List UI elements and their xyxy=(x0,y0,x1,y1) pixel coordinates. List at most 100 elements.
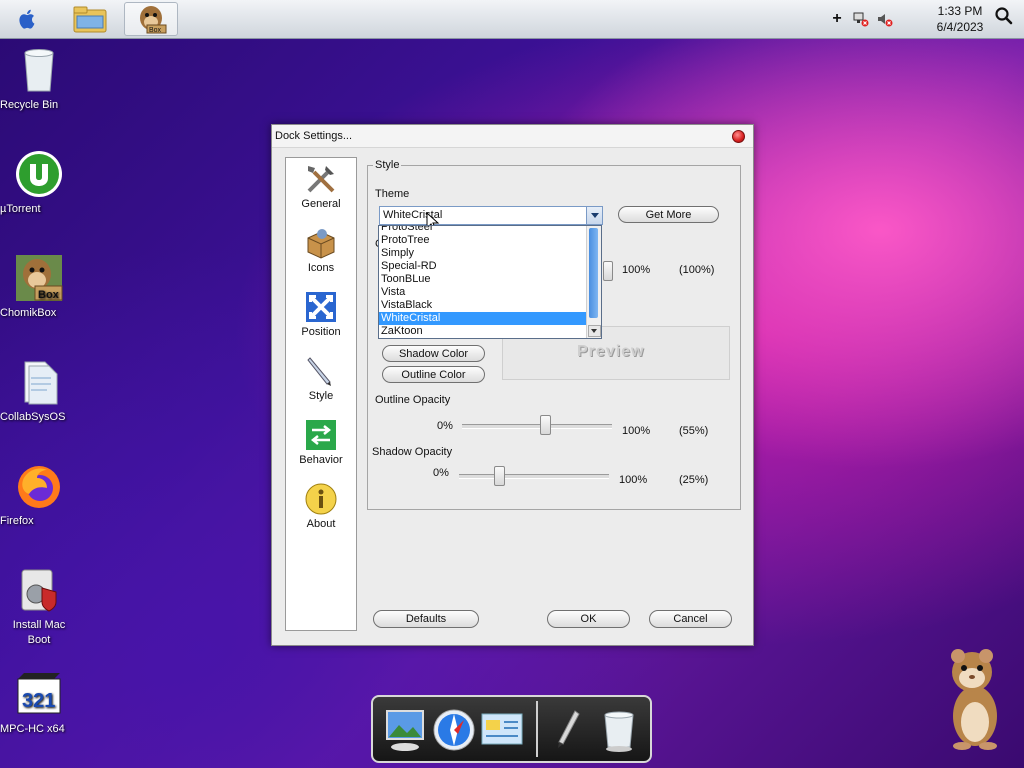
nav-label: Style xyxy=(308,390,334,402)
theme-option[interactable]: Simply xyxy=(379,247,586,260)
recycle-bin-icon xyxy=(15,46,63,94)
theme-option[interactable]: ProtoSteel xyxy=(379,226,586,234)
nav-label: Position xyxy=(301,326,341,338)
outline-color-button[interactable]: Outline Color xyxy=(382,366,485,383)
utorrent-icon xyxy=(15,150,63,198)
safari-icon[interactable] xyxy=(430,705,478,755)
theme-option[interactable]: VistaBlack xyxy=(379,299,586,312)
ok-button[interactable]: OK xyxy=(547,610,630,628)
shadow-color-button[interactable]: Shadow Color xyxy=(382,345,485,362)
nav-item-position[interactable]: Position xyxy=(286,290,356,338)
nav-item-style[interactable]: Style xyxy=(286,354,356,402)
search-icon[interactable] xyxy=(994,6,1014,26)
nav-item-about[interactable]: About xyxy=(286,482,356,530)
theme-label: Theme xyxy=(375,188,410,200)
chevron-down-icon[interactable] xyxy=(586,207,602,224)
theme-option[interactable]: ProtoTree xyxy=(379,234,586,247)
photo-app-icon[interactable] xyxy=(381,705,429,755)
tools-icon xyxy=(303,162,339,196)
theme-option[interactable]: Special-RD xyxy=(379,260,586,273)
arrows-icon xyxy=(303,290,339,324)
desktop-icon-label: Firefox xyxy=(0,515,34,527)
shadow-min-label: 0% xyxy=(433,467,449,479)
pen-icon[interactable] xyxy=(543,705,591,755)
theme-option[interactable]: ZaKtoon xyxy=(379,325,586,338)
nav-item-icons[interactable]: Icons xyxy=(286,226,356,274)
mpc-hc-icon: 321 xyxy=(15,670,63,718)
dialog-title-bar[interactable]: Dock Settings... xyxy=(272,125,753,148)
scroll-down-icon[interactable] xyxy=(588,325,601,337)
info-icon xyxy=(303,482,339,516)
svg-text:Box: Box xyxy=(38,289,60,301)
svg-text:321: 321 xyxy=(22,690,55,712)
dock-separator xyxy=(536,701,538,757)
desktop-icon-label: CollabSysOS xyxy=(0,411,66,423)
volume-muted-icon[interactable] xyxy=(876,10,894,28)
outline-opacity-slider[interactable] xyxy=(462,424,612,429)
desktop-icon-collabsysos[interactable]: CollabSysOS xyxy=(0,358,78,423)
dock-settings-dialog: Dock Settings... General Icons Position xyxy=(271,124,754,646)
desktop-icon-label: MPC-HC x64 xyxy=(0,723,65,735)
desktop-icon-mpc-hc[interactable]: 321 MPC-HC x64 xyxy=(0,670,78,735)
hamster-mascot-icon xyxy=(951,649,997,750)
desktop-icon-label: µTorrent xyxy=(0,203,41,215)
close-icon[interactable] xyxy=(732,130,745,143)
dropdown-scrollbar[interactable] xyxy=(586,226,601,338)
cancel-button[interactable]: Cancel xyxy=(649,610,732,628)
desktop-icon-firefox[interactable]: Firefox xyxy=(0,462,78,527)
desktop-icon-recycle-bin[interactable]: Recycle Bin xyxy=(0,46,78,111)
outline-opacity-label: Outline Opacity xyxy=(375,394,451,406)
pen-icon xyxy=(303,354,339,388)
settings-nav: General Icons Position Style Behavior Ab… xyxy=(285,157,357,631)
nav-label: Behavior xyxy=(299,454,343,466)
theme-option[interactable]: Vista xyxy=(379,286,586,299)
nav-label: General xyxy=(301,198,341,210)
clock-date: 6/4/2023 xyxy=(936,20,984,34)
mail-icon[interactable] xyxy=(477,705,525,755)
shadow-opacity-label: Shadow Opacity xyxy=(372,446,453,458)
dialog-title: Dock Settings... xyxy=(275,130,353,142)
scrollbar-thumb[interactable] xyxy=(589,228,598,318)
shadow-opacity-slider[interactable] xyxy=(459,474,609,479)
group-title: Style xyxy=(373,159,402,171)
get-more-button[interactable]: Get More xyxy=(618,206,719,223)
theme-dropdown-list[interactable]: ProtoSteel ProtoTree Simply Special-RD T… xyxy=(378,225,602,339)
outline-min-label: 0% xyxy=(437,420,453,432)
desktop-icon-label: Install Mac Boot xyxy=(12,619,66,646)
nav-label: Icons xyxy=(307,262,335,274)
svg-text:Box: Box xyxy=(149,27,162,34)
file-explorer-icon[interactable] xyxy=(70,4,110,34)
nav-item-behavior[interactable]: Behavior xyxy=(286,418,356,466)
documents-icon xyxy=(15,358,63,406)
defaults-button[interactable]: Defaults xyxy=(373,610,479,628)
opacity-max-label: 100% xyxy=(622,264,651,276)
theme-select[interactable]: WhiteCristal xyxy=(379,206,603,225)
outline-opacity-thumb[interactable] xyxy=(540,415,551,435)
opacity-value: (100%) xyxy=(679,264,715,276)
chomikbox-taskbar-icon[interactable]: Box xyxy=(124,2,178,36)
box-icon xyxy=(303,226,339,260)
outline-max-label: 100% xyxy=(622,425,651,437)
dock xyxy=(371,695,652,763)
nav-label: About xyxy=(306,518,336,530)
clock[interactable]: 1:33 PM 6/4/2023 xyxy=(928,3,992,35)
theme-option-selected[interactable]: WhiteCristal xyxy=(379,312,586,325)
apple-menu-icon[interactable] xyxy=(14,4,42,34)
shadow-max-label: 100% xyxy=(619,474,648,486)
network-disconnected-icon[interactable] xyxy=(852,10,870,28)
desktop-icon-label: Recycle Bin xyxy=(0,99,59,111)
shadow-opacity-value: (25%) xyxy=(679,474,709,486)
preview-text: Preview xyxy=(577,343,645,360)
desktop-icon-install-mac-boot[interactable]: Install Mac Boot xyxy=(0,566,78,646)
shadow-opacity-thumb[interactable] xyxy=(494,466,505,486)
desktop-icon-chomikbox[interactable]: Box ChomikBox xyxy=(0,254,78,319)
trash-icon[interactable] xyxy=(595,705,643,755)
theme-option[interactable]: ToonBLue xyxy=(379,273,586,286)
nav-item-general[interactable]: General xyxy=(286,162,356,210)
installer-icon xyxy=(15,566,63,614)
plus-icon[interactable]: + xyxy=(828,10,846,28)
opacity-slider-thumb[interactable] xyxy=(603,261,613,281)
firefox-icon xyxy=(15,462,63,510)
outline-opacity-value: (55%) xyxy=(679,425,709,437)
desktop-icon-utorrent[interactable]: µTorrent xyxy=(0,150,78,215)
